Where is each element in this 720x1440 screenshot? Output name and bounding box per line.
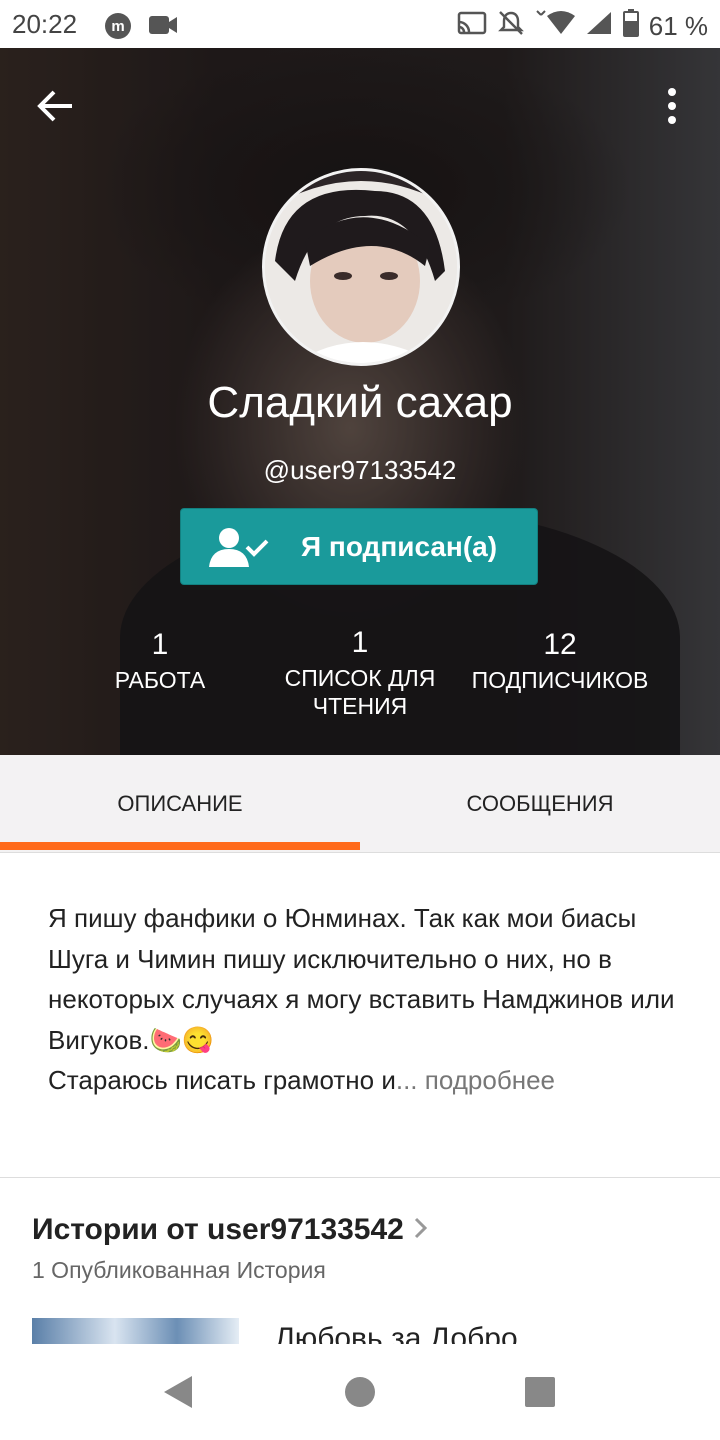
status-time: 20:22 <box>12 9 78 39</box>
stat-followers[interactable]: 12 ПОДПИСЧИКОВ <box>450 628 670 694</box>
circle-home-icon <box>345 1377 375 1407</box>
more-vert-icon <box>668 88 676 124</box>
stat-works-label: РАБОТА <box>114 667 206 693</box>
square-recents-icon <box>525 1377 555 1407</box>
wifi-icon <box>535 10 575 43</box>
nav-home-button[interactable] <box>344 1374 376 1415</box>
story-title: Любовь за Добро <box>275 1322 518 1344</box>
stat-works-value: 1 <box>151 628 169 661</box>
stat-reading-lists-value: 1 <box>351 626 369 659</box>
profile-description: Я пишу фанфики о Юнминах. Так как мои би… <box>48 898 678 1101</box>
signal-icon <box>585 10 613 43</box>
story-cover[interactable] <box>32 1318 239 1344</box>
triangle-back-icon <box>164 1376 192 1408</box>
avatar-image <box>265 171 457 363</box>
stat-reading-lists-label: СПИСОК ДЛЯ ЧТЕНИЯ <box>284 665 436 719</box>
profile-header: Сладкий сахар @user97133542 Я подписан(а… <box>0 48 720 755</box>
following-button[interactable]: Я подписан(а) <box>180 508 538 585</box>
stories-title-text: Истории от user97133542 <box>32 1213 404 1246</box>
user-check-icon <box>209 527 273 572</box>
display-name: Сладкий сахар <box>207 378 513 427</box>
video-camera-icon <box>148 12 178 45</box>
stat-works[interactable]: 1 РАБОТА <box>50 628 270 694</box>
stat-followers-value: 12 <box>543 628 577 661</box>
tab-about[interactable]: ОПИСАНИЕ <box>0 755 360 852</box>
battery-percent: 61 % <box>648 11 708 41</box>
active-tab-indicator <box>0 842 360 850</box>
description-text: Я пишу фанфики о Юнминах. Так как мои би… <box>48 903 675 1095</box>
stat-followers-label: ПОДПИСЧИКОВ <box>471 667 649 693</box>
tab-messages[interactable]: СООБЩЕНИЯ <box>360 755 720 852</box>
read-more-link[interactable]: ... подробнее <box>396 1065 555 1095</box>
following-button-label: Я подписан(а) <box>301 531 498 562</box>
m-app-icon: m <box>104 12 132 47</box>
story-item[interactable]: Любовь за Добро <box>275 1318 675 1344</box>
stories-count: 1 Опубликованная История <box>32 1257 326 1283</box>
battery-icon <box>622 9 639 44</box>
nav-recents-button[interactable] <box>524 1374 556 1415</box>
back-arrow-icon <box>37 90 72 122</box>
chevron-right-icon <box>414 1213 428 1247</box>
nav-back-button[interactable] <box>162 1374 194 1415</box>
mute-icon <box>497 9 525 44</box>
cast-icon <box>457 10 487 43</box>
stories-section-title[interactable]: Истории от user97133542 <box>32 1213 428 1247</box>
section-divider <box>0 1177 720 1178</box>
stat-reading-lists[interactable]: 1 СПИСОК ДЛЯ ЧТЕНИЯ <box>250 626 470 720</box>
status-bar: 20:22 m 61 % <box>0 0 720 48</box>
username: @user97133542 <box>263 455 457 485</box>
more-options-button[interactable] <box>654 84 690 128</box>
svg-text:m: m <box>111 18 124 35</box>
avatar[interactable] <box>262 168 460 366</box>
system-nav-bar <box>0 1344 720 1440</box>
profile-tabs: ОПИСАНИЕ СООБЩЕНИЯ <box>0 755 720 853</box>
back-button[interactable] <box>34 84 78 128</box>
